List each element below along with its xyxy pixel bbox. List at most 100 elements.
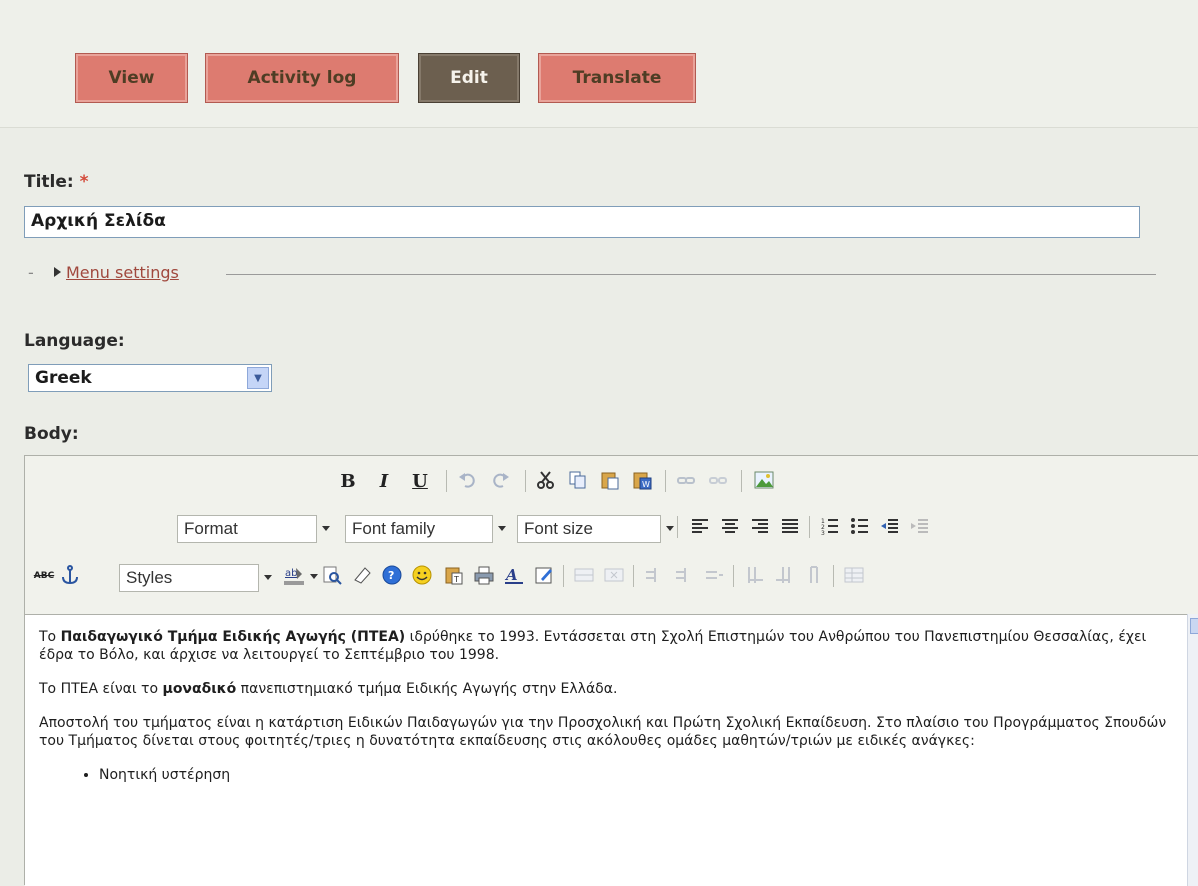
- font-family-label: Font family: [352, 519, 436, 538]
- chevron-down-icon[interactable]: [310, 574, 318, 579]
- unlink-icon[interactable]: [707, 469, 729, 491]
- paragraph-2: Το ΠΤΕΑ είναι το μοναδικό πανεπιστημιακό…: [39, 680, 1175, 698]
- triangle-right-icon[interactable]: [54, 267, 61, 277]
- styles-label: Styles: [126, 568, 173, 587]
- tab-view[interactable]: View: [75, 53, 188, 103]
- svg-text:A: A: [504, 566, 518, 584]
- image-icon[interactable]: [753, 469, 775, 491]
- tab-edit[interactable]: Edit: [418, 53, 520, 103]
- editor-content-area[interactable]: Το Παιδαγωγικό Τμήμα Ειδικής Αγωγής (ΠΤΕ…: [25, 614, 1189, 886]
- font-family-select[interactable]: Font family: [345, 515, 506, 543]
- styles-select[interactable]: Styles: [119, 564, 272, 592]
- title-label: Title: *: [24, 172, 89, 192]
- format-select[interactable]: Format: [177, 515, 330, 543]
- toolbar-row-1: B I U W: [25, 464, 1198, 498]
- paragraph-1: Το Παιδαγωγικό Τμήμα Ειδικής Αγωγής (ΠΤΕ…: [39, 628, 1175, 664]
- toolbar-separator: [733, 565, 734, 587]
- paragraph-3: Αποστολή του τμήματος είναι η κατάρτιση …: [39, 715, 1167, 749]
- italic-button[interactable]: I: [371, 468, 397, 494]
- title-input[interactable]: Αρχική Σελίδα: [24, 206, 1140, 238]
- menu-settings-link[interactable]: Menu settings: [66, 263, 179, 282]
- col-before-icon[interactable]: [743, 564, 765, 586]
- cut-icon[interactable]: [535, 469, 557, 491]
- font-style-icon[interactable]: A: [503, 564, 525, 586]
- undo-icon[interactable]: [457, 469, 479, 491]
- anchor-icon[interactable]: [59, 564, 81, 586]
- svg-text:ab: ab: [285, 568, 297, 579]
- table-row-icon[interactable]: [573, 564, 595, 586]
- link-icon[interactable]: [675, 469, 697, 491]
- svg-text:?: ?: [388, 569, 394, 582]
- toolbar-separator: [677, 516, 678, 538]
- title-label-text: Title:: [24, 172, 74, 192]
- svg-text:W: W: [642, 480, 650, 489]
- table-props-icon[interactable]: [843, 564, 865, 586]
- row-after-icon[interactable]: [673, 564, 695, 586]
- underline-button[interactable]: U: [407, 468, 433, 494]
- svg-text:T: T: [453, 575, 459, 584]
- align-left-icon[interactable]: [689, 515, 711, 537]
- chevron-down-icon: [666, 526, 674, 531]
- format-label: Format: [184, 519, 238, 538]
- toolbar-separator: [563, 565, 564, 587]
- paste-word-icon[interactable]: W: [631, 469, 653, 491]
- p1-text-start: Το: [39, 629, 61, 645]
- align-center-icon[interactable]: [719, 515, 741, 537]
- chevron-down-icon: [264, 575, 272, 580]
- outdent-icon[interactable]: [879, 515, 901, 537]
- fieldset-divider: [226, 274, 1156, 275]
- chevron-down-icon: [498, 526, 506, 531]
- rich-text-editor: B I U W Format Font family Font size 123…: [24, 455, 1198, 886]
- print-icon[interactable]: [473, 564, 495, 586]
- table-delete-icon[interactable]: [603, 564, 625, 586]
- edit-source-icon[interactable]: [533, 564, 555, 586]
- toolbar-separator: [665, 470, 666, 492]
- collapse-dash: -: [28, 263, 34, 282]
- paste-icon[interactable]: [599, 469, 621, 491]
- scrollbar-thumb[interactable]: [1190, 618, 1198, 634]
- spellcheck-button[interactable]: ABC: [31, 563, 57, 589]
- indent-icon[interactable]: [909, 515, 931, 537]
- chevron-down-icon: [322, 526, 330, 531]
- tab-activity-log[interactable]: Activity log: [205, 53, 399, 103]
- paste-text-icon[interactable]: T: [443, 564, 465, 586]
- p2-text-start: Το ΠΤΕΑ είναι το: [39, 681, 163, 697]
- delete-col-icon[interactable]: [803, 564, 825, 586]
- copy-icon[interactable]: [567, 469, 589, 491]
- eraser-icon[interactable]: [351, 564, 373, 586]
- chevron-down-icon[interactable]: ▼: [247, 367, 269, 389]
- search-replace-icon[interactable]: [321, 564, 343, 586]
- editor-scrollbar[interactable]: [1187, 614, 1198, 886]
- highlight-color-icon[interactable]: ab: [283, 564, 305, 586]
- tab-translate[interactable]: Translate: [538, 53, 696, 103]
- toolbar-separator: [833, 565, 834, 587]
- p2-text-end: πανεπιστημιακό τμήμα Ειδικής Αγωγής στην…: [236, 681, 618, 697]
- delete-row-icon[interactable]: [703, 564, 725, 586]
- help-icon[interactable]: ?: [381, 564, 403, 586]
- language-select[interactable]: Greek ▼: [28, 364, 272, 392]
- menu-settings-fieldset: - Menu settings: [28, 263, 1156, 287]
- p2-bold-text: μοναδικό: [162, 681, 237, 697]
- required-mark: *: [79, 172, 89, 192]
- font-size-select[interactable]: Font size: [517, 515, 674, 543]
- list-item: Νοητική υστέρηση: [99, 766, 1175, 784]
- col-after-icon[interactable]: [773, 564, 795, 586]
- emoticon-icon[interactable]: [411, 564, 433, 586]
- language-label: Language:: [24, 331, 125, 351]
- align-right-icon[interactable]: [749, 515, 771, 537]
- toolbar-separator: [633, 565, 634, 587]
- align-justify-icon[interactable]: [779, 515, 801, 537]
- redo-icon[interactable]: [489, 469, 511, 491]
- toolbar-row-3: ABC Styles ab ? T A: [25, 559, 1198, 593]
- unordered-list-icon[interactable]: [849, 515, 871, 537]
- bold-button[interactable]: B: [335, 468, 361, 494]
- svg-text:3: 3: [821, 530, 825, 537]
- tabs-bar: View Activity log Edit Translate: [0, 0, 1198, 128]
- row-before-icon[interactable]: [643, 564, 665, 586]
- toolbar-row-2: Format Font family Font size 123: [25, 510, 1198, 544]
- ordered-list-icon[interactable]: 123: [819, 515, 841, 537]
- toolbar-separator: [525, 470, 526, 492]
- bullet-list: Νοητική υστέρηση: [39, 766, 1175, 784]
- font-size-label: Font size: [524, 519, 593, 538]
- body-label: Body:: [24, 424, 79, 444]
